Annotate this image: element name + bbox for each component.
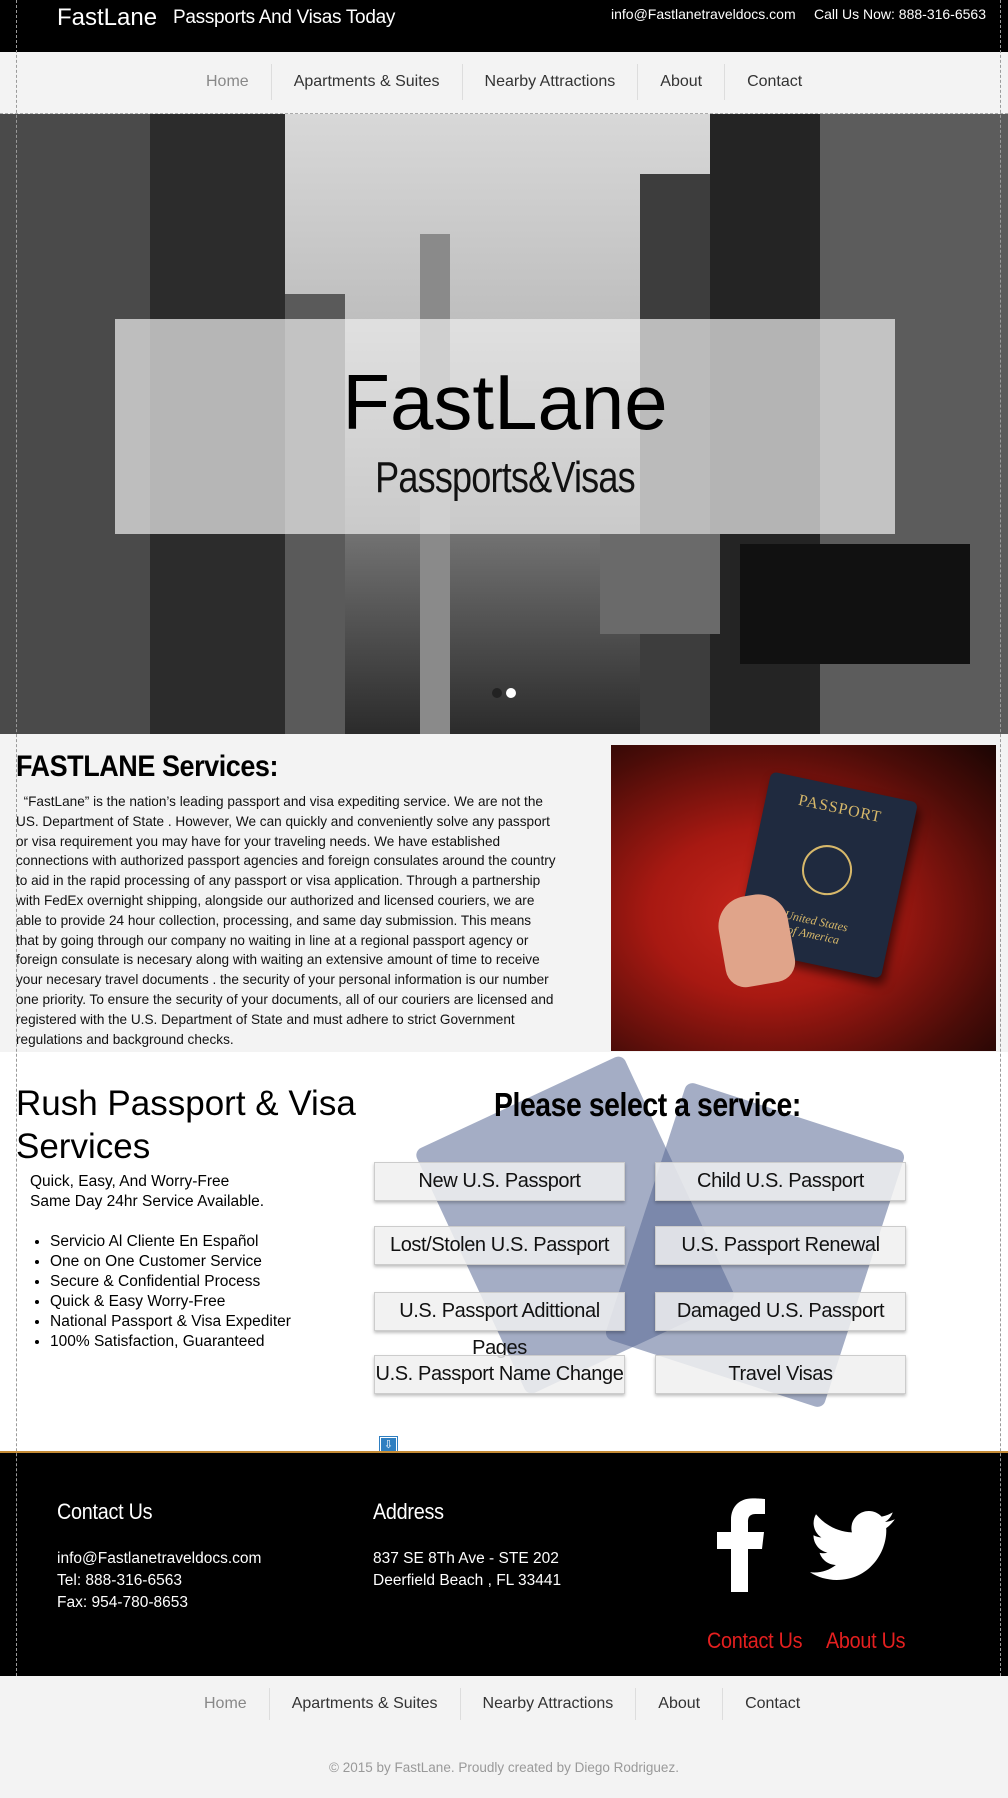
footer-address-line2: Deerfield Beach , FL 33441 bbox=[373, 1572, 562, 1589]
bottom-nav-section: Home Apartments & Suites Nearby Attracti… bbox=[0, 1676, 1008, 1798]
additional-pages-button[interactable]: U.S. Passport Adittional Pages bbox=[374, 1292, 625, 1359]
bottom-nav-item-attractions[interactable]: Nearby Attractions bbox=[459, 1688, 636, 1720]
rush-subtitle: Quick, Easy, And Worry-Free Same Day 24h… bbox=[30, 1172, 264, 1212]
copyright-text: © 2015 by FastLane. Proudly created by D… bbox=[329, 1760, 679, 1775]
bottom-nav-item-apartments[interactable]: Apartments & Suites bbox=[268, 1688, 460, 1720]
nav-item-attractions[interactable]: Nearby Attractions bbox=[461, 64, 638, 100]
passport-renewal-button[interactable]: U.S. Passport Renewal bbox=[655, 1226, 906, 1265]
list-item: Secure & Confidential Process bbox=[50, 1272, 291, 1292]
footer-fax: Fax: 954-780-8653 bbox=[57, 1594, 188, 1611]
hero-subtitle: Passports&Visas bbox=[375, 453, 636, 502]
layout-guide-right bbox=[1000, 0, 1001, 1676]
bottom-nav-item-contact[interactable]: Contact bbox=[722, 1688, 822, 1720]
list-item: National Passport & Visa Expediter bbox=[50, 1312, 291, 1332]
footer-contact-info: info@Fastlanetraveldocs.com Tel: 888-316… bbox=[57, 1548, 261, 1614]
header-phone: Call Us Now: 888-316-6563 bbox=[814, 6, 986, 22]
bottom-nav: Home Apartments & Suites Nearby Attracti… bbox=[182, 1688, 822, 1720]
list-item: One on One Customer Service bbox=[50, 1252, 291, 1272]
services-heading: FASTLANE Services: bbox=[16, 750, 278, 783]
layout-guide-left bbox=[16, 0, 17, 1676]
travel-visas-button[interactable]: Travel Visas bbox=[655, 1355, 906, 1394]
rush-heading: Rush Passport & Visa Services bbox=[16, 1084, 356, 1166]
bottom-nav-item-about[interactable]: About bbox=[635, 1688, 722, 1720]
nav-item-home[interactable]: Home bbox=[184, 64, 271, 100]
rush-subtitle-line1: Quick, Easy, And Worry-Free bbox=[30, 1173, 230, 1190]
footer-tel: Tel: 888-316-6563 bbox=[57, 1572, 182, 1589]
footer-address: 837 SE 8Th Ave - STE 202 Deerfield Beach… bbox=[373, 1548, 561, 1592]
hero-slideshow: FastLane Passports&Visas bbox=[0, 114, 1008, 734]
services-description: “FastLane” is the nation’s leading passp… bbox=[16, 794, 556, 1047]
slideshow-dots bbox=[492, 688, 516, 698]
passport-photo: PASSPORT United States of America bbox=[611, 745, 996, 1051]
footer-address-heading: Address bbox=[373, 1499, 444, 1524]
select-service-heading: Please select a service: bbox=[494, 1086, 801, 1123]
slide-dot-active[interactable] bbox=[506, 688, 516, 698]
new-passport-button[interactable]: New U.S. Passport bbox=[374, 1162, 625, 1201]
hero-title-panel: FastLane Passports&Visas bbox=[115, 319, 895, 534]
eagle-seal-icon bbox=[797, 840, 857, 900]
feature-list: Servicio Al Cliente En Español One on On… bbox=[50, 1232, 291, 1352]
header-email-link[interactable]: info@Fastlanetraveldocs.com bbox=[611, 6, 796, 22]
hero-billboard bbox=[600, 534, 720, 634]
top-bar: FastLane Passports And Visas Today info@… bbox=[0, 0, 1008, 52]
rush-subtitle-line2: Same Day 24hr Service Available. bbox=[30, 1193, 265, 1210]
hero-title: FastLane bbox=[342, 358, 668, 446]
twitter-icon[interactable] bbox=[810, 1511, 895, 1581]
main-nav: Home Apartments & Suites Nearby Attracti… bbox=[0, 52, 1008, 114]
footer-about-link[interactable]: About Us bbox=[826, 1628, 906, 1654]
child-passport-button[interactable]: Child U.S. Passport bbox=[655, 1162, 906, 1201]
list-item: 100% Satisfaction, Guaranteed bbox=[50, 1332, 291, 1352]
list-item: Quick & Easy Worry-Free bbox=[50, 1292, 291, 1312]
brand-name[interactable]: FastLane bbox=[57, 4, 157, 32]
nav-item-apartments[interactable]: Apartments & Suites bbox=[270, 64, 462, 100]
bottom-nav-item-home[interactable]: Home bbox=[182, 1688, 269, 1720]
footer-contact-link[interactable]: Contact Us bbox=[707, 1628, 803, 1654]
damaged-passport-button[interactable]: Damaged U.S. Passport bbox=[655, 1292, 906, 1331]
nav-item-about[interactable]: About bbox=[637, 64, 724, 100]
footer-address-line1: 837 SE 8Th Ave - STE 202 bbox=[373, 1550, 559, 1567]
facebook-icon[interactable] bbox=[710, 1497, 770, 1592]
hero-billboard bbox=[740, 544, 970, 664]
list-item: Servicio Al Cliente En Español bbox=[50, 1232, 291, 1252]
footer-contact-heading: Contact Us bbox=[57, 1499, 153, 1524]
name-change-button[interactable]: U.S. Passport Name Change bbox=[374, 1355, 625, 1394]
brand-tagline: Passports And Visas Today bbox=[173, 7, 396, 28]
lost-stolen-passport-button[interactable]: Lost/Stolen U.S. Passport bbox=[374, 1226, 625, 1265]
passport-word: PASSPORT bbox=[796, 791, 884, 827]
nav-item-contact[interactable]: Contact bbox=[724, 64, 824, 100]
slide-dot[interactable] bbox=[492, 688, 502, 698]
footer: Contact Us info@Fastlanetraveldocs.com T… bbox=[0, 1451, 1008, 1676]
footer-email[interactable]: info@Fastlanetraveldocs.com bbox=[57, 1548, 261, 1570]
